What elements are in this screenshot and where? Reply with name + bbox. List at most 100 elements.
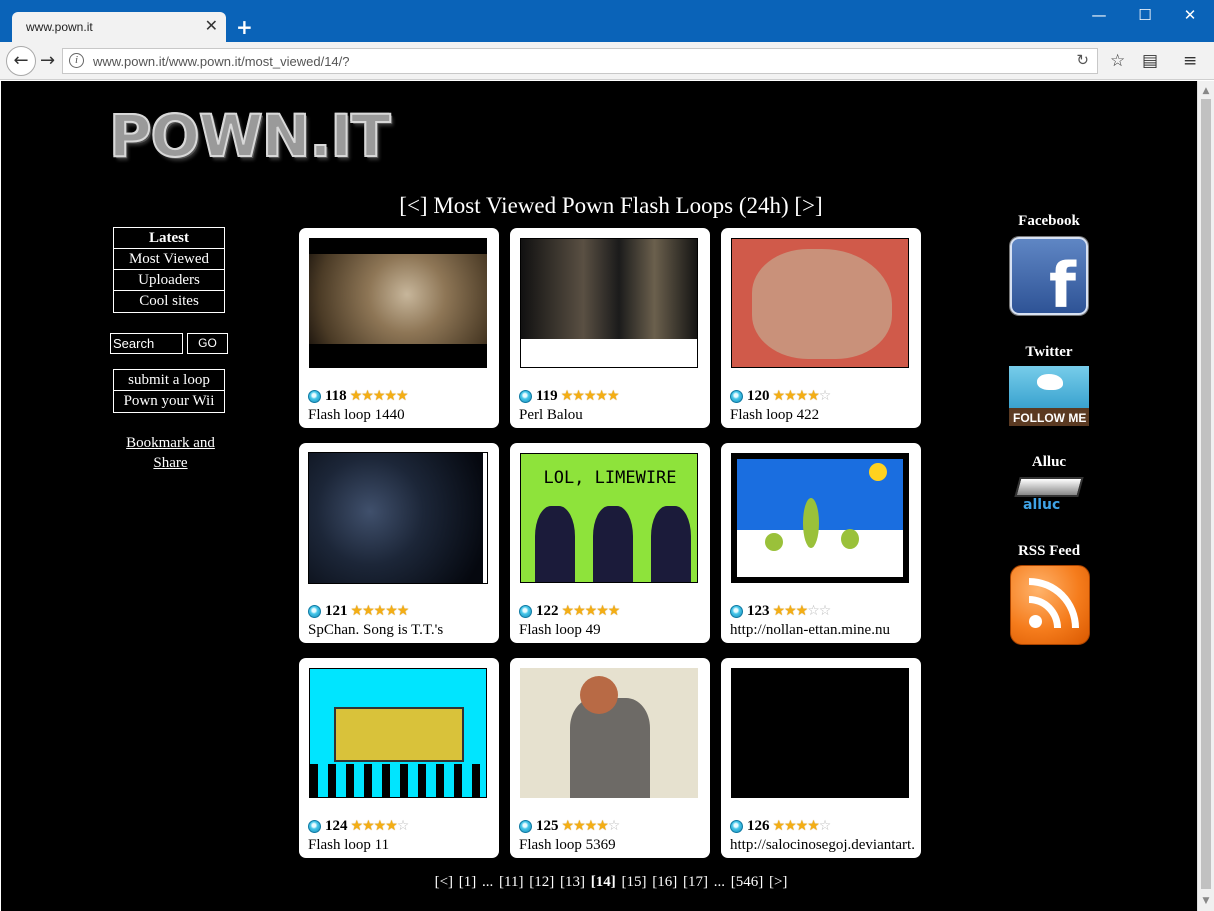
view-dot-icon — [308, 819, 321, 833]
address-bar[interactable]: i www.pown.it/www.pown.it/most_viewed/14… — [62, 48, 1098, 74]
star-filled-icon[interactable]: ★ — [807, 388, 820, 404]
loop-caption[interactable]: http://salocinosegoj.deviantart. — [730, 837, 916, 854]
star-empty-icon[interactable]: ☆ — [608, 818, 621, 834]
star-filled-icon[interactable]: ★ — [596, 603, 609, 619]
star-filled-icon[interactable]: ★ — [362, 603, 375, 619]
loop-caption[interactable]: SpChan. Song is T.T.'s — [308, 622, 494, 639]
star-filled-icon[interactable]: ★ — [361, 388, 374, 404]
star-filled-icon[interactable]: ★ — [784, 603, 797, 619]
star-filled-icon[interactable]: ★ — [784, 388, 797, 404]
star-filled-icon[interactable]: ★ — [385, 818, 398, 834]
star-filled-icon[interactable]: ★ — [607, 388, 620, 404]
facebook-icon[interactable]: f — [1010, 237, 1088, 321]
pager-link[interactable]: [14] — [591, 874, 616, 890]
star-empty-icon[interactable]: ☆ — [807, 603, 820, 619]
twitter-follow-icon[interactable]: FOLLOW ME — [1009, 366, 1089, 426]
loop-thumbnail[interactable] — [309, 238, 487, 368]
reading-list-icon[interactable]: ▤ — [1142, 51, 1158, 71]
browser-tab[interactable]: www.pown.it ✕ — [12, 12, 226, 42]
star-filled-icon[interactable]: ★ — [784, 818, 797, 834]
new-tab-button[interactable]: + — [236, 16, 253, 38]
loop-caption[interactable]: Flash loop 5369 — [519, 837, 705, 854]
vertical-scrollbar[interactable]: ▲ ▼ — [1197, 81, 1214, 911]
loop-caption[interactable]: Perl Balou — [519, 407, 705, 424]
star-filled-icon[interactable]: ★ — [397, 603, 410, 619]
star-filled-icon[interactable]: ★ — [385, 603, 398, 619]
submit-loop-link[interactable]: submit a loop — [114, 370, 224, 391]
nav-latest[interactable]: Latest — [114, 228, 224, 249]
rss-feed-icon[interactable] — [1010, 565, 1090, 645]
search-input[interactable] — [110, 333, 183, 354]
close-window-button[interactable]: ✕ — [1175, 6, 1205, 24]
loop-number: 125 — [536, 817, 559, 834]
star-empty-icon[interactable]: ☆ — [819, 603, 832, 619]
nav-cool-sites[interactable]: Cool sites — [114, 291, 224, 312]
loop-thumbnail[interactable] — [309, 668, 487, 798]
star-empty-icon[interactable]: ☆ — [819, 388, 832, 404]
loop-thumbnail[interactable] — [520, 668, 698, 798]
pager-link[interactable]: [13] — [560, 874, 585, 890]
star-filled-icon[interactable]: ★ — [573, 603, 586, 619]
bookmark-star-icon[interactable]: ☆ — [1110, 51, 1125, 71]
loop-caption[interactable]: Flash loop 11 — [308, 837, 494, 854]
loop-card[interactable]: 121 ★★★★★ SpChan. Song is T.T.'s — [299, 443, 499, 643]
forward-arrow-icon[interactable]: → — [40, 51, 55, 71]
maximize-button[interactable]: ☐ — [1130, 6, 1160, 24]
loop-caption[interactable]: http://nollan-ettan.mine.nu — [730, 622, 916, 639]
reload-icon[interactable]: ↻ — [1076, 51, 1089, 69]
star-empty-icon[interactable]: ☆ — [397, 818, 410, 834]
pager-link[interactable]: [11] — [499, 874, 523, 890]
alluc-icon[interactable]: alluc — [1014, 475, 1084, 517]
star-filled-icon[interactable]: ★ — [572, 388, 585, 404]
menu-icon[interactable]: ≡ — [1183, 51, 1197, 71]
pager-link[interactable]: [15] — [621, 874, 646, 890]
back-arrow-icon[interactable]: ← — [6, 46, 36, 76]
loop-thumbnail[interactable] — [308, 452, 488, 584]
bookmark-share-link[interactable]: Bookmark and Share — [113, 433, 228, 473]
star-filled-icon[interactable]: ★ — [362, 818, 375, 834]
loop-card[interactable]: 125 ★★★★☆ Flash loop 5369 — [510, 658, 710, 858]
scroll-thumb[interactable] — [1201, 99, 1211, 889]
star-filled-icon[interactable]: ★ — [807, 818, 820, 834]
loop-thumbnail[interactable] — [520, 238, 698, 368]
star-rating: ★★★★☆ — [351, 817, 410, 835]
pager-link[interactable]: [12] — [529, 874, 554, 890]
loop-card[interactable]: 123 ★★★☆☆ http://nollan-ettan.mine.nu — [721, 443, 921, 643]
star-filled-icon[interactable]: ★ — [596, 818, 609, 834]
site-logo[interactable]: POWN.IT — [108, 101, 392, 171]
star-empty-icon[interactable]: ☆ — [819, 818, 832, 834]
pager-link[interactable]: [<] — [435, 874, 453, 890]
pager-link[interactable]: [1] — [459, 874, 477, 890]
loop-card[interactable]: 124 ★★★★☆ Flash loop 11 — [299, 658, 499, 858]
loop-caption[interactable]: Flash loop 1440 — [308, 407, 494, 424]
loop-card[interactable]: 118 ★★★★★ Flash loop 1440 — [299, 228, 499, 428]
scroll-up-icon[interactable]: ▲ — [1198, 83, 1214, 99]
loop-caption[interactable]: Flash loop 422 — [730, 407, 916, 424]
pown-wii-link[interactable]: Pown your Wii — [114, 391, 224, 412]
loop-thumbnail[interactable] — [731, 238, 909, 368]
pager-link[interactable]: [546] — [731, 874, 764, 890]
loop-number: 120 — [747, 387, 770, 404]
nav-uploaders[interactable]: Uploaders — [114, 270, 224, 291]
star-filled-icon[interactable]: ★ — [573, 818, 586, 834]
pager-link[interactable]: [17] — [683, 874, 708, 890]
tab-close-icon[interactable]: ✕ — [205, 17, 218, 35]
url-text[interactable]: www.pown.it/www.pown.it/most_viewed/14/? — [93, 54, 350, 69]
pager-link[interactable]: [>] — [769, 874, 787, 890]
loop-card[interactable]: 126 ★★★★☆ http://salocinosegoj.deviantart. — [721, 658, 921, 858]
loop-thumbnail[interactable]: LOL, LIMEWIRE — [520, 453, 698, 583]
star-filled-icon[interactable]: ★ — [396, 388, 409, 404]
nav-most-viewed[interactable]: Most Viewed — [114, 249, 224, 270]
loop-caption[interactable]: Flash loop 49 — [519, 622, 705, 639]
loop-card[interactable]: LOL, LIMEWIRE 122 ★★★★★ Flash loop 49 — [510, 443, 710, 643]
loop-card[interactable]: 119 ★★★★★ Perl Balou — [510, 228, 710, 428]
minimize-button[interactable]: — — [1084, 6, 1114, 24]
loop-thumbnail[interactable] — [731, 668, 909, 798]
loop-thumbnail[interactable] — [731, 453, 909, 583]
go-button[interactable]: GO — [187, 333, 228, 354]
info-icon[interactable]: i — [69, 53, 84, 68]
star-filled-icon[interactable]: ★ — [608, 603, 621, 619]
pager-link[interactable]: [16] — [652, 874, 677, 890]
loop-card[interactable]: 120 ★★★★☆ Flash loop 422 — [721, 228, 921, 428]
scroll-down-icon[interactable]: ▼ — [1198, 893, 1214, 909]
